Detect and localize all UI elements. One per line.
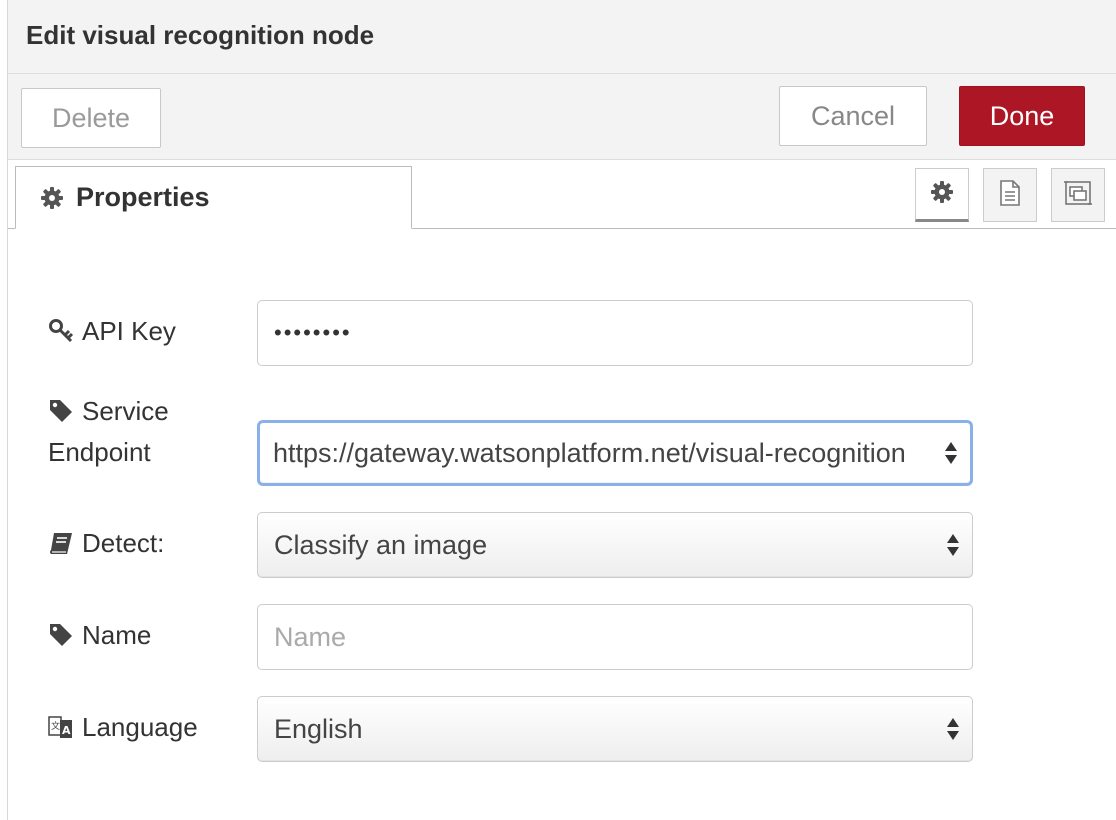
select-arrows-icon	[946, 716, 960, 742]
detect-label: Detect:	[48, 528, 164, 559]
left-edge	[0, 0, 7, 820]
detect-select[interactable]: Classify an image	[257, 512, 973, 578]
document-icon	[998, 179, 1022, 212]
tag-icon	[48, 622, 74, 648]
tab-properties[interactable]: Properties	[15, 166, 412, 229]
language-select[interactable]: English	[257, 696, 973, 762]
detect-value: Classify an image	[274, 529, 488, 560]
node-appearance-icon	[1063, 179, 1093, 212]
api-key-input[interactable]: ••••••••	[257, 300, 973, 366]
svg-text:A: A	[62, 724, 71, 737]
api-key-label: API Key	[48, 316, 176, 347]
edit-node-tray: Edit visual recognition node Delete Canc…	[7, 0, 1116, 820]
book-icon	[48, 530, 74, 556]
name-label-text: Name	[82, 620, 152, 650]
gear-icon	[40, 186, 64, 210]
gear-icon	[930, 180, 954, 209]
language-label: 文 A Language	[48, 712, 198, 743]
appearance-view-button[interactable]	[1051, 168, 1105, 222]
language-label-text: Language	[82, 712, 198, 742]
service-endpoint-label-line2: Endpoint	[48, 437, 151, 467]
tray-header: Edit visual recognition node	[8, 0, 1116, 74]
language-value: English	[274, 713, 363, 744]
service-endpoint-label: Service Endpoint	[48, 396, 169, 468]
detect-label-text: Detect:	[82, 528, 165, 558]
service-endpoint-value: https://gateway.watsonplatform.net/visua…	[273, 437, 906, 468]
delete-button[interactable]: Delete	[21, 88, 161, 148]
service-endpoint-select[interactable]: https://gateway.watsonplatform.net/visua…	[257, 420, 973, 486]
tray-title: Edit visual recognition node	[26, 20, 375, 50]
done-button[interactable]: Done	[959, 86, 1085, 146]
properties-view-button[interactable]	[915, 168, 969, 222]
language-icon: 文 A	[48, 714, 74, 740]
name-placeholder: Name	[274, 621, 347, 652]
api-key-label-text: API Key	[82, 316, 176, 346]
tray-toolbar: Delete Cancel Done	[8, 74, 1116, 160]
name-input[interactable]: Name	[257, 604, 973, 670]
svg-text:文: 文	[51, 720, 60, 732]
tab-bar: Properties	[8, 160, 1116, 230]
name-label: Name	[48, 620, 151, 651]
tag-icon	[48, 398, 74, 424]
select-arrows-icon	[946, 532, 960, 558]
tab-properties-label: Properties	[76, 182, 210, 212]
cancel-button[interactable]: Cancel	[779, 86, 927, 146]
service-endpoint-label-line1: Service	[82, 396, 169, 426]
key-icon	[48, 318, 74, 344]
api-key-value: ••••••••	[274, 320, 352, 345]
description-view-button[interactable]	[983, 168, 1037, 222]
select-arrows-icon	[944, 440, 958, 466]
